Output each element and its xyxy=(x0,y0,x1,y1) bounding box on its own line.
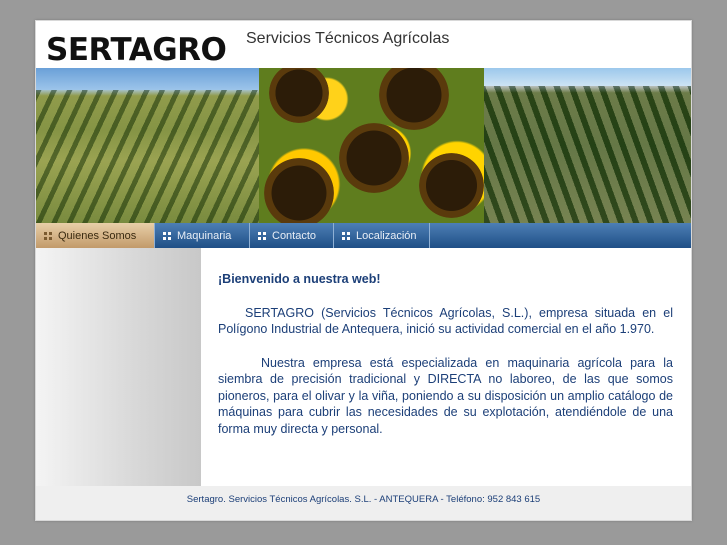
nav-item-label: Localización xyxy=(356,229,417,242)
header: SERTAGRO Servicios Técnicos Agrícolas xyxy=(36,21,691,68)
nav-item-label: Quienes Somos xyxy=(58,229,137,242)
sidebar xyxy=(36,248,201,486)
nav-item-maquinaria[interactable]: Maquinaria xyxy=(155,223,250,248)
site-tagline: Servicios Técnicos Agrícolas xyxy=(246,30,450,47)
welcome-heading: ¡Bienvenido a nuestra web! xyxy=(218,272,381,286)
grid-icon xyxy=(342,231,350,240)
nav-item-label: Maquinaria xyxy=(177,229,232,242)
description-paragraph: Nuestra empresa está especializada en ma… xyxy=(218,355,673,436)
main-nav: Quienes Somos Maquinaria Contacto Locali… xyxy=(36,223,691,248)
intro-paragraph: SERTAGRO (Servicios Técnicos Agrícolas, … xyxy=(218,305,673,337)
site-logo[interactable]: SERTAGRO xyxy=(46,32,227,68)
nav-item-localizacion[interactable]: Localización xyxy=(334,223,430,248)
main-content: ¡Bienvenido a nuestra web! SERTAGRO (Ser… xyxy=(201,248,691,486)
nav-item-quienes-somos[interactable]: Quienes Somos xyxy=(36,223,155,248)
vineyard-photo xyxy=(484,68,691,223)
grid-icon xyxy=(258,231,266,240)
olive-grove-photo xyxy=(36,68,259,223)
grid-icon xyxy=(163,231,171,240)
nav-item-label: Contacto xyxy=(272,229,317,242)
header-banner xyxy=(36,68,691,223)
page-container: SERTAGRO Servicios Técnicos Agrícolas Qu… xyxy=(35,20,692,521)
nav-item-contacto[interactable]: Contacto xyxy=(250,223,334,248)
sunflowers-photo xyxy=(259,68,484,223)
footer-text: Sertagro. Servicios Técnicos Agrícolas. … xyxy=(186,494,541,505)
footer: Sertagro. Servicios Técnicos Agrícolas. … xyxy=(36,486,691,520)
grid-icon xyxy=(44,231,52,240)
